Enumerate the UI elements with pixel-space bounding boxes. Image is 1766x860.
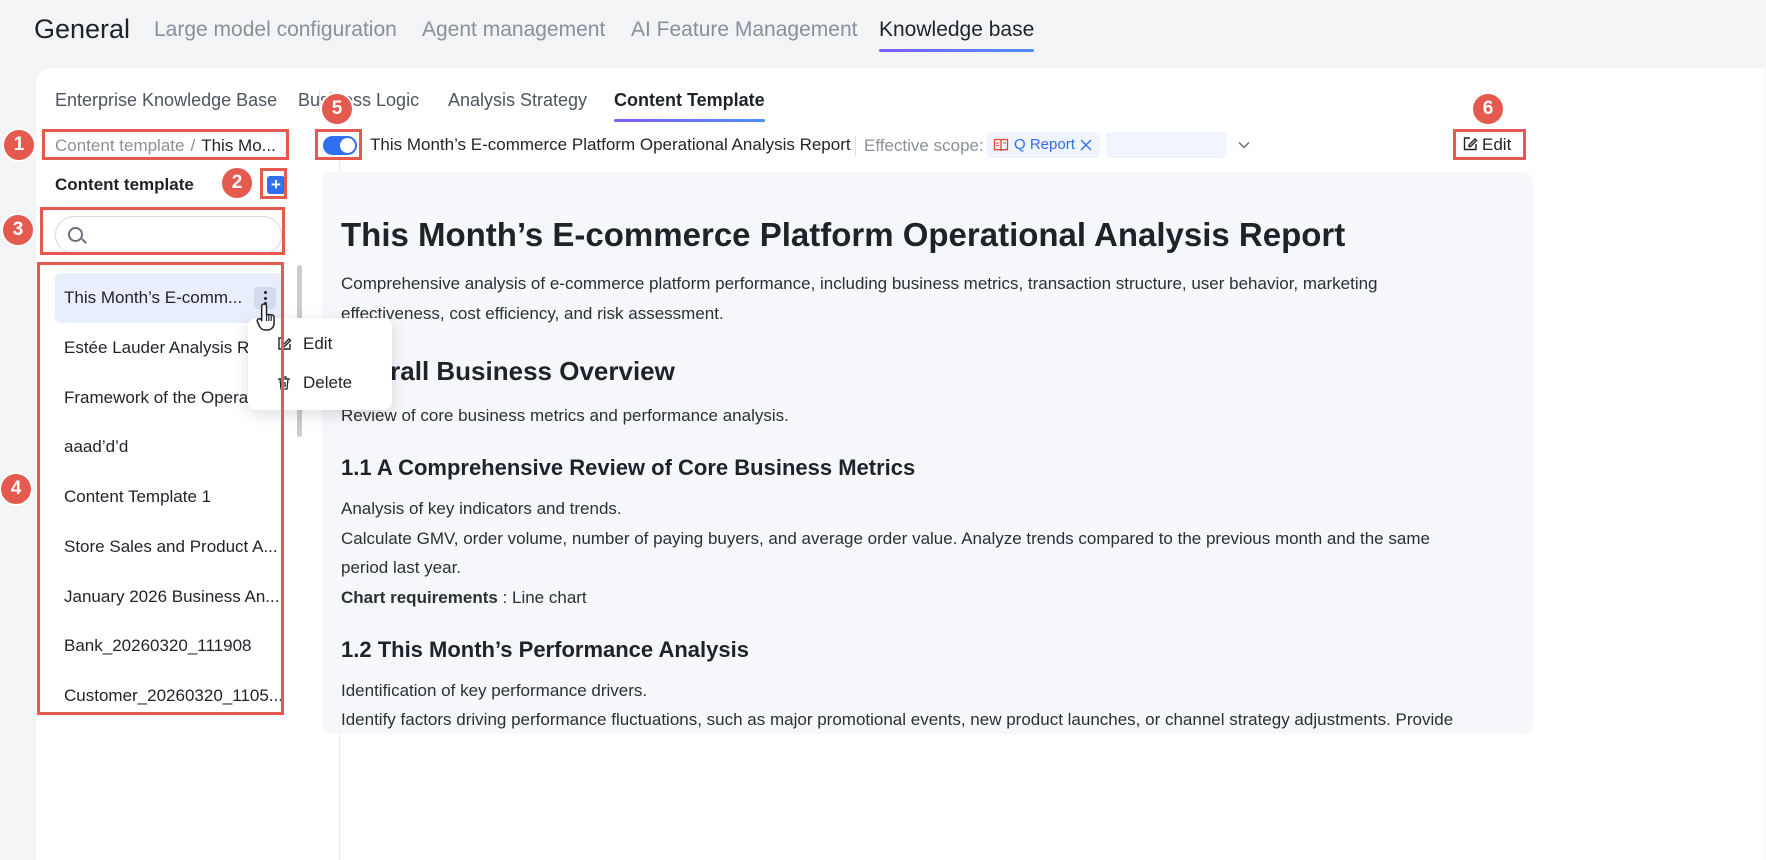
subsection-heading-1-1: 1.1 A Comprehensive Review of Core Busin…	[341, 455, 916, 480]
annotation-badge-5: 5	[320, 92, 354, 126]
page-title: General	[34, 14, 131, 44]
scope-tag: Q Report	[987, 132, 1100, 158]
tab-agent-management[interactable]: Agent management	[422, 18, 605, 42]
subsection-1-1-text-3: period last year.	[341, 558, 462, 577]
tab-knowledge-base[interactable]: Knowledge base	[879, 18, 1035, 52]
scope-select-input[interactable]	[1106, 132, 1226, 158]
subtab-content-template[interactable]: Content Template	[614, 90, 765, 122]
context-menu-delete-label: Delete	[303, 373, 353, 392]
chart-requirements: Chart requirements : Line chart	[341, 583, 587, 613]
subsection-1-2-text-2: Identify factors driving performance flu…	[341, 710, 1454, 729]
annotation-badge-4: 4	[0, 472, 33, 506]
context-menu-edit[interactable]: Edit	[276, 334, 332, 354]
tab-large-model-configuration[interactable]: Large model configuration	[154, 18, 397, 42]
tab-ai-feature-management[interactable]: AI Feature Management	[631, 18, 857, 42]
subsection-1-2-text-1: Identification of key performance driver…	[341, 681, 648, 700]
context-menu-edit-label: Edit	[303, 334, 333, 353]
annotation-box-toggle	[315, 129, 362, 160]
context-menu-delete[interactable]: Delete	[276, 373, 352, 393]
subtab-business-logic[interactable]: Business Logic	[298, 90, 419, 111]
subsection-1-1-text-2: Calculate GMV, order volume, number of p…	[341, 529, 1430, 548]
subtab-analysis-strategy[interactable]: Analysis Strategy	[448, 90, 587, 111]
scope-tag-label: Q Report	[1014, 136, 1075, 153]
subsection-heading-1-2: 1.2 This Month’s Performance Analysis	[341, 637, 749, 662]
document-intro-line-1: Comprehensive analysis of e-commerce pla…	[341, 274, 1378, 293]
annotation-badge-6: 6	[1471, 92, 1505, 126]
content-template-heading: Content template	[55, 175, 194, 194]
annotation-badge-2: 2	[220, 166, 254, 200]
subsection-1-1-text-1: Analysis of key indicators and trends.	[341, 499, 622, 518]
annotation-box-edit	[1453, 129, 1526, 160]
annotation-badge-1: 1	[2, 128, 36, 162]
annotation-box-breadcrumb	[42, 129, 289, 160]
chart-requirements-label: Chart requirements	[341, 588, 498, 607]
chevron-down-icon[interactable]	[1237, 138, 1251, 152]
header-divider	[855, 136, 856, 156]
report-title: This Month’s E-commerce Platform Operati…	[370, 135, 851, 154]
close-icon[interactable]	[1079, 138, 1093, 152]
section-description: Review of core business metrics and perf…	[341, 406, 789, 425]
effective-scope-label: Effective scope:	[864, 136, 984, 155]
document-intro-line-2: effectiveness, cost efficiency, and risk…	[341, 304, 724, 323]
chart-requirements-value: : Line chart	[497, 588, 587, 607]
document-title: This Month’s E-commerce Platform Operati…	[341, 216, 1346, 253]
annotation-badge-3: 3	[1, 213, 35, 247]
annotation-box-search	[40, 207, 285, 255]
document-preview: This Month’s E-commerce Platform Operati…	[322, 172, 1533, 734]
report-icon	[993, 138, 1009, 152]
top-nav: General Large model configuration Agent …	[0, 0, 1766, 62]
annotation-box-add	[260, 168, 287, 199]
subtab-enterprise-knowledge-base[interactable]: Enterprise Knowledge Base	[55, 90, 277, 111]
annotation-box-list	[37, 262, 284, 715]
